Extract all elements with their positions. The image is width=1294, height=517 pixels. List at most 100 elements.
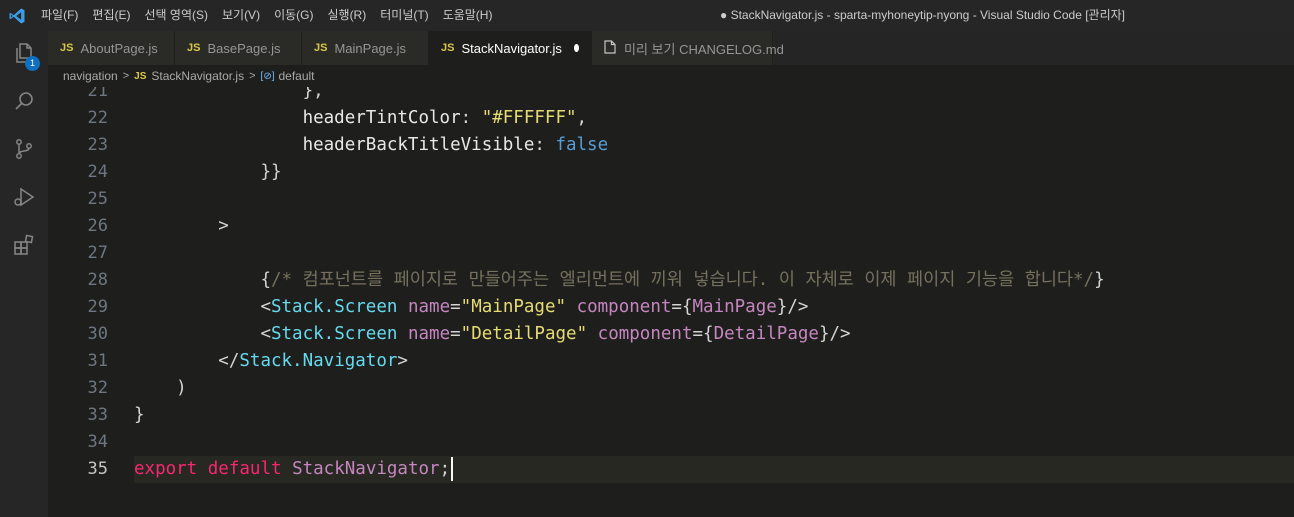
code-token: name bbox=[407, 324, 451, 344]
activity-search[interactable] bbox=[0, 79, 48, 127]
code-token: } bbox=[134, 405, 145, 425]
code-text[interactable]: headerTintColor: "#FFFFFF", bbox=[134, 105, 588, 132]
code-line[interactable]: 22 headerTintColor: "#FFFFFF", bbox=[48, 105, 1294, 132]
code-line[interactable]: 21 }, bbox=[48, 87, 1294, 105]
js-file-icon: JS bbox=[187, 42, 201, 54]
breadcrumb-folder[interactable]: navigation bbox=[63, 69, 118, 83]
run-debug-icon bbox=[12, 185, 36, 214]
menu-run[interactable]: 실행(R) bbox=[320, 0, 373, 31]
code-editor[interactable]: 21 }, 22 headerTintColor: "#FFFFFF", 23 he… bbox=[48, 87, 1294, 517]
code-text[interactable]: export default StackNavigator; bbox=[134, 456, 454, 483]
search-icon bbox=[12, 89, 36, 118]
code-token: ) bbox=[176, 378, 187, 398]
extensions-icon bbox=[12, 233, 36, 262]
line-number: 35 bbox=[87, 459, 108, 479]
code-line[interactable]: 32 ) bbox=[48, 375, 1294, 402]
code-token: = bbox=[450, 297, 461, 317]
code-line[interactable]: 31 </Stack.Navigator> bbox=[48, 348, 1294, 375]
code-line[interactable]: 28 {/* 컴포넌트를 페이지로 만들어주는 엘리먼트에 끼워 넣습니다. 이… bbox=[48, 267, 1294, 294]
line-number: 25 bbox=[87, 189, 108, 209]
tab-about-page[interactable]: JS AboutPage.js bbox=[48, 31, 175, 65]
line-number: 26 bbox=[87, 216, 108, 236]
tab-label: AboutPage.js bbox=[80, 40, 158, 56]
code-text[interactable]: headerBackTitleVisible: false bbox=[134, 132, 609, 159]
line-number: 34 bbox=[87, 432, 108, 452]
menu-terminal[interactable]: 터미널(T) bbox=[373, 0, 435, 31]
menu-view[interactable]: 보기(V) bbox=[215, 0, 267, 31]
menu-go[interactable]: 이동(G) bbox=[267, 0, 320, 31]
code-line[interactable]: 26 > bbox=[48, 213, 1294, 240]
js-file-icon: JS bbox=[134, 70, 147, 82]
line-number: 33 bbox=[87, 405, 108, 425]
code-token: false bbox=[555, 135, 609, 155]
code-line[interactable]: 24 }} bbox=[48, 159, 1294, 186]
breadcrumb-file[interactable]: StackNavigator.js bbox=[151, 69, 244, 83]
code-token: name bbox=[407, 297, 451, 317]
code-line[interactable]: 27 bbox=[48, 240, 1294, 267]
code-line[interactable]: 23 headerBackTitleVisible: false bbox=[48, 132, 1294, 159]
chevron-right-icon: > bbox=[122, 70, 130, 82]
code-text[interactable]: } bbox=[134, 402, 145, 429]
code-token: }/> bbox=[818, 324, 851, 344]
code-token: /* 컴포넌트를 페이지로 만들어주는 엘리먼트에 끼워 넣습니다. 이 자체로… bbox=[270, 270, 1095, 290]
code-line[interactable]: 33} bbox=[48, 402, 1294, 429]
code-text[interactable]: ) bbox=[134, 375, 187, 402]
vscode-logo-icon[interactable] bbox=[0, 0, 34, 31]
menu-help[interactable]: 도움말(H) bbox=[436, 0, 500, 31]
menu-edit[interactable]: 편집(E) bbox=[85, 0, 137, 31]
code-token: component bbox=[597, 324, 693, 344]
code-text[interactable]: <Stack.Screen name="MainPage" component=… bbox=[134, 294, 808, 321]
code-token: : bbox=[460, 108, 482, 128]
code-token: < bbox=[260, 324, 271, 344]
code-token: }/> bbox=[776, 297, 809, 317]
activity-bar: 1 bbox=[0, 31, 48, 517]
md-file-icon bbox=[604, 39, 616, 57]
code-text[interactable]: > bbox=[134, 213, 229, 240]
code-token: component bbox=[576, 297, 672, 317]
activity-run-debug[interactable] bbox=[0, 175, 48, 223]
tab-stack-navigator[interactable]: JS StackNavigator.js bbox=[429, 31, 592, 65]
code-text[interactable]: {/* 컴포넌트를 페이지로 만들어주는 엘리먼트에 끼워 넣습니다. 이 자체… bbox=[134, 267, 1104, 294]
line-number: 28 bbox=[87, 270, 108, 290]
code-token: MainPage bbox=[692, 297, 777, 317]
tab-base-page[interactable]: JS BasePage.js bbox=[175, 31, 302, 65]
chevron-right-icon: > bbox=[249, 70, 256, 82]
menu-selection[interactable]: 선택 영역(S) bbox=[137, 0, 215, 31]
text-cursor bbox=[451, 457, 454, 481]
code-text[interactable]: }, bbox=[134, 87, 324, 105]
menu-file[interactable]: 파일(F) bbox=[34, 0, 85, 31]
line-number: 32 bbox=[87, 378, 108, 398]
code-token: > bbox=[397, 351, 408, 371]
line-number: 30 bbox=[87, 324, 108, 344]
code-token: }} bbox=[260, 162, 282, 182]
code-line[interactable]: 25 bbox=[48, 186, 1294, 213]
breadcrumb-symbol[interactable]: default bbox=[278, 69, 314, 83]
code-text[interactable]: </Stack.Navigator> bbox=[134, 348, 408, 375]
js-file-icon: JS bbox=[314, 42, 328, 54]
code-line[interactable]: 30 <Stack.Screen name="DetailPage" compo… bbox=[48, 321, 1294, 348]
tab-main-page[interactable]: JS MainPage.js bbox=[302, 31, 429, 65]
code-text[interactable]: }} bbox=[134, 159, 282, 186]
code-text[interactable]: <Stack.Screen name="DetailPage" componen… bbox=[134, 321, 851, 348]
explorer-badge: 1 bbox=[25, 56, 40, 71]
tab-changelog-preview[interactable]: 미리 보기 CHANGELOG.md bbox=[592, 31, 784, 65]
code-token: headerTintColor bbox=[302, 108, 461, 128]
unsaved-dot-icon[interactable] bbox=[573, 44, 579, 52]
breadcrumb: navigation > JS StackNavigator.js > [⊘] … bbox=[48, 65, 1294, 87]
code-line[interactable]: 35 export default StackNavigator; bbox=[48, 456, 1294, 483]
code-line[interactable]: 34 bbox=[48, 429, 1294, 456]
activity-extensions[interactable] bbox=[0, 223, 48, 271]
line-number: 29 bbox=[87, 297, 108, 317]
activity-explorer[interactable]: 1 bbox=[0, 31, 48, 79]
code-line[interactable]: 29 <Stack.Screen name="MainPage" compone… bbox=[48, 294, 1294, 321]
activity-source-control[interactable] bbox=[0, 127, 48, 175]
code-token: < bbox=[260, 297, 271, 317]
